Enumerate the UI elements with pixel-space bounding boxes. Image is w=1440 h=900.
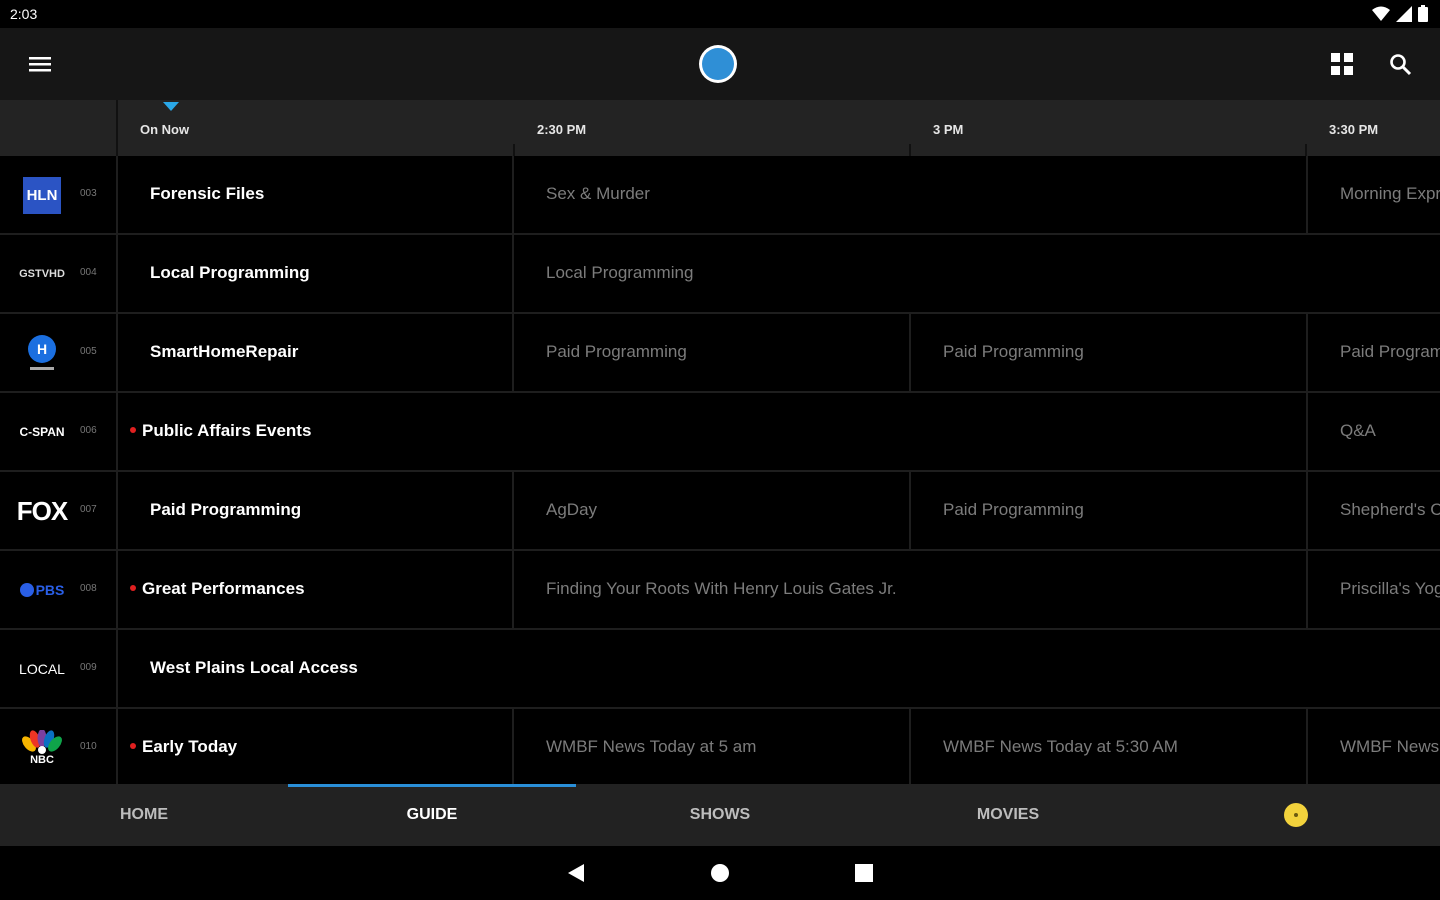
search-icon bbox=[1390, 54, 1412, 76]
time-slot-330: 3:30 PM bbox=[1329, 122, 1379, 137]
time-header: On Now 2:30 PM 3 PM 3:30 PM bbox=[0, 100, 1440, 156]
channel-cell[interactable]: FOX 007 bbox=[0, 472, 118, 549]
grid-view-button[interactable] bbox=[1326, 48, 1358, 80]
program-cell[interactable]: WMBF News Today at 5 am bbox=[514, 709, 911, 784]
now-marker-icon bbox=[163, 102, 179, 111]
program-cell[interactable]: Finding Your Roots With Henry Louis Gate… bbox=[514, 551, 1308, 628]
program-cell[interactable]: Forensic Files bbox=[118, 156, 514, 233]
program-cell[interactable]: Local Programming bbox=[118, 235, 514, 312]
program-cell[interactable]: Public Affairs Events bbox=[118, 393, 1308, 470]
program-cell[interactable]: Great Performances bbox=[118, 551, 514, 628]
time-tick bbox=[513, 144, 515, 156]
channel-h-icon: H bbox=[28, 335, 56, 370]
live-dot-icon bbox=[130, 427, 136, 433]
nbc-peacock-icon bbox=[22, 730, 62, 754]
system-nav-bar bbox=[0, 846, 1440, 900]
program-cell[interactable]: Paid Programming bbox=[911, 472, 1308, 549]
channel-cell[interactable]: H 005 bbox=[0, 314, 118, 391]
program-cell[interactable]: SmartHomeRepair bbox=[118, 314, 514, 391]
program-cell[interactable]: Paid Programming bbox=[118, 472, 514, 549]
channel-cell[interactable]: GSTVHD 004 bbox=[0, 235, 118, 312]
program-cell[interactable]: Paid Programming bbox=[1308, 314, 1440, 391]
channel-row: LOCAL 009 West Plains Local Access bbox=[0, 630, 1440, 709]
program-cell[interactable]: Shepherd's Chapel bbox=[1308, 472, 1440, 549]
live-dot-icon bbox=[130, 743, 136, 749]
status-bar: 2:03 bbox=[0, 0, 1440, 28]
app-logo bbox=[697, 43, 739, 85]
program-cell[interactable]: Priscilla's Yoga bbox=[1308, 551, 1440, 628]
channel-logo: HLN bbox=[12, 174, 72, 216]
pbs-head-icon bbox=[19, 583, 34, 597]
channel-cell[interactable]: C-SPAN 006 bbox=[0, 393, 118, 470]
bottom-nav: HOME GUIDE SHOWS MOVIES bbox=[0, 784, 1440, 846]
channel-row: GSTVHD 004 Local Programming Local Progr… bbox=[0, 235, 1440, 314]
channel-logo: PBS bbox=[12, 569, 72, 611]
channel-number: 007 bbox=[80, 504, 97, 515]
program-cell[interactable]: Morning Express bbox=[1308, 156, 1440, 233]
tab-shows[interactable]: SHOWS bbox=[576, 784, 864, 846]
channel-number: 010 bbox=[80, 741, 97, 752]
channel-cell[interactable]: LOCAL 009 bbox=[0, 630, 118, 707]
channel-logo: FOX bbox=[16, 495, 68, 526]
program-cell[interactable]: AgDay bbox=[514, 472, 911, 549]
tab-movies[interactable]: MOVIES bbox=[864, 784, 1152, 846]
battery-icon bbox=[1418, 5, 1428, 22]
channel-number: 005 bbox=[80, 346, 97, 357]
channel-row: PBS 008 Great Performances Finding Your … bbox=[0, 551, 1440, 630]
program-cell[interactable]: WMBF News bbox=[1308, 709, 1440, 784]
channel-row: H 005 SmartHomeRepair Paid Programming P… bbox=[0, 314, 1440, 393]
channel-number: 008 bbox=[80, 583, 97, 594]
time-slot-on-now: On Now bbox=[140, 122, 190, 137]
live-dot-icon bbox=[130, 585, 136, 591]
program-cell[interactable]: Q&A bbox=[1308, 393, 1440, 470]
time-slot-230: 2:30 PM bbox=[537, 122, 587, 137]
home-icon[interactable] bbox=[710, 863, 730, 883]
channel-logo: GSTVHD bbox=[19, 268, 65, 280]
time-slot-300: 3 PM bbox=[933, 122, 964, 137]
status-time: 2:03 bbox=[10, 6, 38, 22]
channel-number: 003 bbox=[80, 188, 97, 199]
channel-logo: LOCAL bbox=[19, 661, 65, 677]
channel-number: 006 bbox=[80, 425, 97, 436]
app-bar bbox=[0, 28, 1440, 100]
channel-row: NBC 010 Early Today WMBF News Today at 5… bbox=[0, 709, 1440, 784]
channel-row: C-SPAN 006 Public Affairs Events Q&A bbox=[0, 393, 1440, 472]
tab-rewards[interactable] bbox=[1152, 784, 1440, 846]
channel-cell[interactable]: NBC 010 bbox=[0, 709, 118, 784]
guide-grid: HLN 003 Forensic Files Sex & Murder Morn… bbox=[0, 156, 1440, 784]
program-cell[interactable]: WMBF News Today at 5:30 AM bbox=[911, 709, 1308, 784]
svg-text:H: H bbox=[37, 341, 47, 357]
time-tick bbox=[1305, 144, 1307, 156]
time-tick bbox=[909, 144, 911, 156]
coin-icon bbox=[1284, 803, 1308, 827]
tab-home[interactable]: HOME bbox=[0, 784, 288, 846]
program-cell[interactable]: Sex & Murder bbox=[514, 156, 1308, 233]
program-cell[interactable]: Paid Programming bbox=[911, 314, 1308, 391]
program-cell[interactable]: West Plains Local Access bbox=[118, 630, 1440, 707]
search-button[interactable] bbox=[1384, 48, 1416, 80]
channel-number: 004 bbox=[80, 267, 97, 278]
channel-row: HLN 003 Forensic Files Sex & Murder Morn… bbox=[0, 156, 1440, 235]
menu-button[interactable] bbox=[24, 50, 56, 78]
channel-row: FOX 007 Paid Programming AgDay Paid Prog… bbox=[0, 472, 1440, 551]
channel-cell[interactable]: HLN 003 bbox=[0, 156, 118, 233]
program-cell[interactable]: Local Programming bbox=[514, 235, 1440, 312]
wifi-icon bbox=[1372, 6, 1390, 21]
channel-number: 009 bbox=[80, 662, 97, 673]
hamburger-icon bbox=[29, 57, 51, 72]
tab-guide[interactable]: GUIDE bbox=[288, 784, 576, 846]
back-icon[interactable] bbox=[566, 863, 586, 883]
channel-logo: C-SPAN bbox=[19, 425, 65, 439]
status-icons bbox=[1372, 5, 1428, 22]
program-cell[interactable]: Paid Programming bbox=[514, 314, 911, 391]
signal-icon bbox=[1396, 5, 1412, 22]
channel-logo: NBC bbox=[12, 727, 72, 769]
recents-icon[interactable] bbox=[854, 863, 874, 883]
channel-logo: H bbox=[12, 332, 72, 374]
time-header-corner bbox=[0, 100, 118, 156]
channel-cell[interactable]: PBS 008 bbox=[0, 551, 118, 628]
grid-icon bbox=[1331, 53, 1353, 75]
program-cell[interactable]: Early Today bbox=[118, 709, 514, 784]
